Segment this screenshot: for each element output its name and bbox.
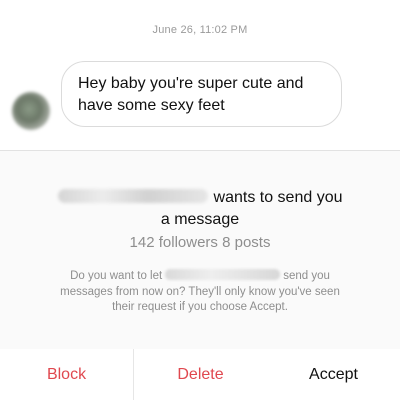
- followers-count: 142 followers: [129, 234, 218, 251]
- message-text-line-2: have some sexy feet: [78, 97, 225, 114]
- message-timestamp: June 26, 11:02 PM: [152, 24, 248, 36]
- posts-count: 8 posts: [222, 234, 271, 251]
- request-action-bar: Block Delete Accept: [0, 349, 400, 400]
- block-button[interactable]: Block: [0, 349, 134, 400]
- message-request-panel: wants to send you a message 142 follower…: [0, 150, 400, 350]
- blurred-username: [57, 189, 208, 203]
- desc-part-1: Do you want to let: [70, 270, 163, 282]
- sender-avatar[interactable]: [12, 92, 50, 130]
- message-text-line-1: Hey baby you're super cute and: [78, 75, 304, 92]
- delete-button[interactable]: Delete: [134, 349, 267, 400]
- desc-line-2: messages from now on? They'll only know …: [60, 285, 340, 298]
- request-title-suffix: wants to send you: [213, 189, 343, 206]
- request-title-line-2: a message: [160, 211, 240, 228]
- desc-line-3: their request if you choose Accept.: [112, 301, 288, 313]
- request-description: Do you want to let send you messages from…: [30, 269, 370, 316]
- sender-stats: 142 followers 8 posts: [0, 234, 400, 251]
- blurred-username-inline: [165, 269, 281, 280]
- message-bubble[interactable]: Hey baby you're super cute and have some…: [61, 61, 342, 127]
- desc-part-2: send you: [283, 270, 330, 282]
- request-title: wants to send you a message: [0, 187, 400, 231]
- accept-button[interactable]: Accept: [267, 349, 400, 400]
